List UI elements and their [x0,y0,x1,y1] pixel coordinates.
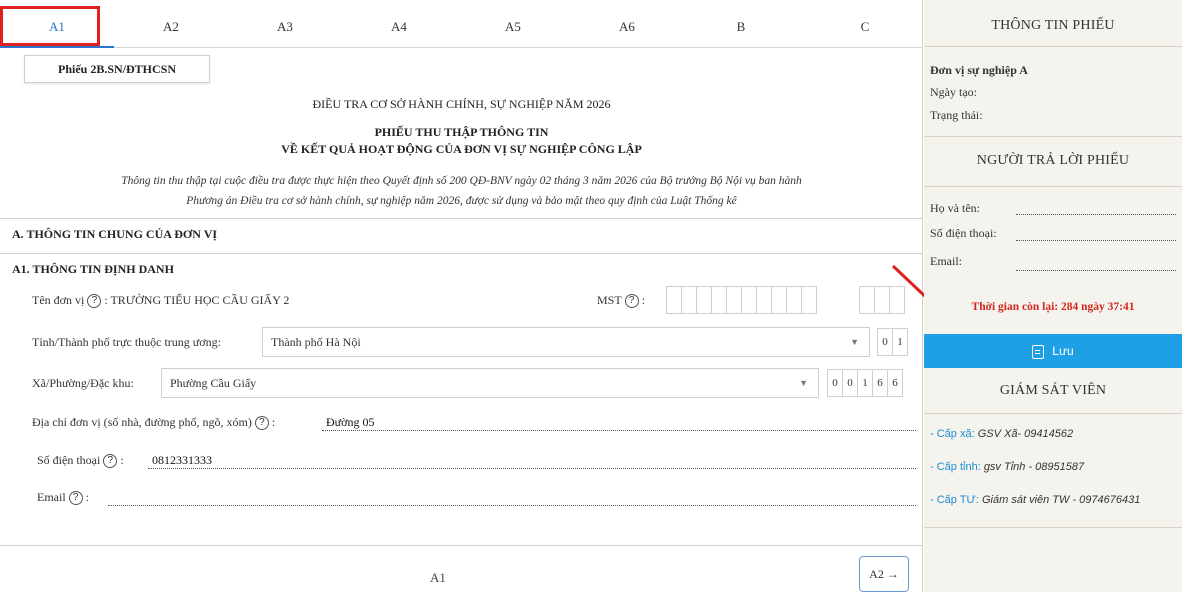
respondent-name-input[interactable] [1016,214,1176,215]
tab-a1[interactable]: A1 [0,6,114,48]
divider [924,186,1182,187]
address-label: Địa chỉ đơn vị (số nhà, đường phố, ngõ, … [32,415,276,431]
unit-name-label: Tên đơn vị?: TRƯỜNG TIỂU HỌC CẦU GIẤY 2 [32,293,290,309]
mst-input[interactable] [666,286,817,314]
province-label: Tỉnh/Thành phố trực thuộc trung ương: [32,335,221,349]
section-tabs: A1 A2 A3 A4 A5 A6 B C [0,6,923,48]
tab-a5[interactable]: A5 [456,8,570,48]
form-subtitle: VỀ KẾT QUẢ HOẠT ĐỘNG CỦA ĐƠN VỊ SỰ NGHIỆ… [281,142,642,156]
ward-label: Xã/Phường/Đặc khu: [32,376,134,390]
tab-a2[interactable]: A2 [114,8,228,48]
divider [924,136,1182,137]
save-icon [1032,344,1045,359]
ward-value: Phường Cầu Giấy [170,376,257,390]
help-icon[interactable]: ? [624,294,639,309]
respondent-phone-input[interactable] [1016,240,1176,241]
supervisor-province: - Cấp tỉnh: gsv Tỉnh - 08951587 [930,461,1085,473]
form-panel: A1 A2 A3 A4 A5 A6 B C Phiếu 2B.SN/ĐTHCSN… [0,0,923,592]
form-code: Phiếu 2B.SN/ĐTHCSN [24,55,210,83]
info-title: THÔNG TIN PHIẾU [991,18,1115,33]
mst-label: MST?: [597,293,646,309]
survey-title: ĐIỀU TRA CƠ SỞ HÀNH CHÍNH, SỰ NGHIỆP NĂM… [312,97,611,111]
help-icon[interactable]: ? [254,416,269,431]
divider [924,46,1182,47]
supervisor-commune: - Cấp xã: GSV Xã- 09414562 [930,428,1074,440]
supervisor-title: GIÁM SÁT VIÊN [999,383,1107,398]
address-value: Đường 05 [326,415,375,429]
respondent-title: NGƯỜI TRẢ LỜI PHIẾU [976,153,1130,168]
phone-input[interactable] [148,468,916,469]
status: Trạng thái: [930,108,983,122]
save-button[interactable]: Lưu [924,334,1182,368]
ward-select[interactable]: Phường Cầu Giấy ▼ [161,368,819,398]
respondent-name-label: Họ và tên: [930,201,980,215]
legal-note: Thông tin thu thập tại cuộc điều tra đượ… [121,175,802,187]
respondent-email-label: Email: [930,254,962,268]
tab-c[interactable]: C [808,8,922,48]
subsection-heading: A1. THÔNG TIN ĐỊNH DANH [0,253,923,285]
tab-highlight [0,6,100,46]
tab-a4[interactable]: A4 [342,8,456,48]
help-icon[interactable]: ? [87,294,102,309]
tab-b[interactable]: B [684,8,798,48]
phone-label: Số điện thoại?: [37,453,124,469]
ward-code: 00166 [827,369,903,397]
supervisor-central: - Cấp TƯ: Giám sát viên TW - 0974676431 [930,494,1141,506]
divider [924,413,1182,414]
caret-down-icon: ▼ [850,337,859,347]
unit-name: Đơn vị sự nghiệp A [930,63,1028,77]
respondent-phone-label: Số điện thoại: [930,226,997,240]
unit-name-value: : TRƯỜNG TIỂU HỌC CẦU GIẤY 2 [104,293,290,307]
address-input[interactable] [322,430,916,431]
tab-a3[interactable]: A3 [228,8,342,48]
created-date: Ngày tạo: [930,85,977,99]
legal-note-2: Phương án Điều tra cơ sở hành chính, sự … [186,195,737,207]
email-input[interactable] [108,505,916,506]
respondent-email-input[interactable] [1016,270,1176,271]
form-title: PHIẾU THU THẬP THÔNG TIN [374,125,549,139]
email-label: Email?: [37,490,90,506]
caret-down-icon: ▼ [799,378,808,388]
divider [924,527,1182,528]
help-icon[interactable]: ? [103,454,118,469]
province-value: Thành phố Hà Nội [271,335,361,349]
time-remaining: Thời gian còn lại: 284 ngày 37:41 [971,301,1135,313]
help-icon[interactable]: ? [68,491,83,506]
phone-value: 0812331333 [152,453,212,467]
province-select[interactable]: Thành phố Hà Nội ▼ [262,327,870,357]
save-label: Lưu [1052,344,1074,358]
tab-a6[interactable]: A6 [570,8,684,48]
sidebar: THÔNG TIN PHIẾU Đơn vị sự nghiệp A Ngày … [924,0,1182,592]
section-heading: A. THÔNG TIN CHUNG CỦA ĐƠN VỊ [0,218,923,250]
page-indicator: A1 [430,570,446,585]
next-page-button[interactable]: A2 → [859,556,909,592]
footer-divider [0,545,923,546]
